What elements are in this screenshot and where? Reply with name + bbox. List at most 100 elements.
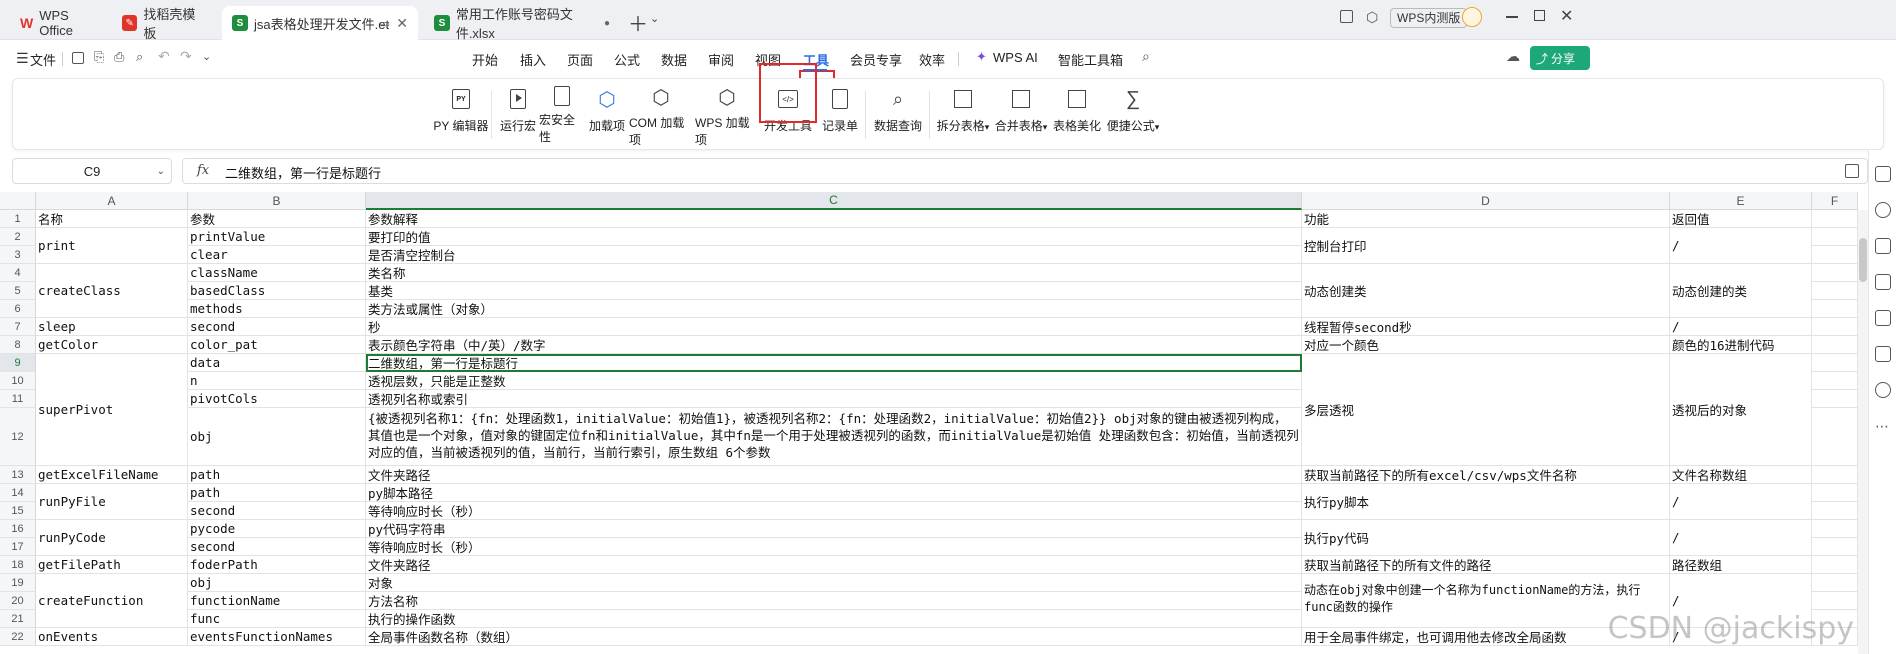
cell-d2[interactable]: 控制台打印 [1302, 228, 1670, 264]
vertical-scrollbar[interactable] [1858, 210, 1868, 654]
cell-f5[interactable] [1812, 282, 1858, 300]
chevron-down-icon[interactable]: ⌄ [202, 50, 211, 63]
row-header-10[interactable]: 10 [0, 372, 36, 390]
py-editor-button[interactable]: PY PY 编辑器 [433, 85, 489, 145]
column-header-d[interactable]: D [1302, 192, 1670, 210]
cell-f12[interactable] [1812, 408, 1858, 466]
cell-c12[interactable]: {被透视列名称1：{fn：处理函数1，initialValue：初始值1}，被透… [366, 408, 1302, 466]
wps-addin-button[interactable]: ⬡ WPS 加载项 [695, 85, 759, 147]
cell-d1[interactable]: 功能 [1302, 210, 1670, 228]
cell-c14[interactable]: py脚本路径 [366, 484, 1302, 502]
fx-icon[interactable]: fx [197, 163, 209, 178]
cell-f4[interactable] [1812, 264, 1858, 282]
cell-a9[interactable]: superPivot [36, 354, 188, 466]
row-header-9[interactable]: 9 [0, 354, 36, 372]
cell-c6[interactable]: 类方法或属性（对象） [366, 300, 1302, 318]
menu-efficiency[interactable]: 效率 [919, 50, 945, 69]
cell-b8[interactable]: color_pat [188, 336, 366, 354]
cell-c3[interactable]: 是否清空控制台 [366, 246, 1302, 264]
name-box[interactable]: C9 ⌄ [12, 158, 172, 184]
maximize-icon[interactable] [1534, 10, 1545, 21]
cell-c5[interactable]: 基类 [366, 282, 1302, 300]
cell-b21[interactable]: func [188, 610, 366, 628]
cube-icon[interactable]: ⬡ [1366, 9, 1378, 26]
cell-e18[interactable]: 路径数组 [1670, 556, 1812, 574]
undo-icon[interactable]: ↶ [158, 48, 170, 65]
row-header-8[interactable]: 8 [0, 336, 36, 354]
row-header-19[interactable]: 19 [0, 574, 36, 592]
cell-e8[interactable]: 颜色的16进制代码 [1670, 336, 1812, 354]
settings-icon[interactable] [1875, 202, 1891, 218]
cell-b11[interactable]: pivotCols [188, 390, 366, 408]
cell-b6[interactable]: methods [188, 300, 366, 318]
tab-restore-icon[interactable]: ▭ [380, 17, 390, 30]
row-header-12[interactable]: 12 [0, 408, 36, 466]
column-header-c[interactable]: C [366, 192, 1302, 210]
cloud-upload-icon[interactable]: ☁ [1506, 48, 1520, 65]
select-all-corner[interactable] [0, 192, 36, 210]
close-icon[interactable]: ✕ [396, 15, 408, 32]
chart-icon[interactable] [1875, 310, 1891, 326]
print-icon[interactable]: ⎙ [114, 49, 124, 65]
cell-f17[interactable] [1812, 538, 1858, 556]
scrollbar-thumb[interactable] [1859, 238, 1867, 282]
cell-c19[interactable]: 对象 [366, 574, 1302, 592]
cell-d16[interactable]: 执行py代码 [1302, 520, 1670, 556]
cell-a16[interactable]: runPyCode [36, 520, 188, 556]
chevron-down-icon[interactable]: ⌄ [650, 12, 659, 25]
row-header-11[interactable]: 11 [0, 390, 36, 408]
cell-d8[interactable]: 对应一个颜色 [1302, 336, 1670, 354]
column-header-f[interactable]: F [1812, 192, 1858, 210]
cell-c18[interactable]: 文件夹路径 [366, 556, 1302, 574]
cell-b3[interactable]: clear [188, 246, 366, 264]
cell-c2[interactable]: 要打印的值 [366, 228, 1302, 246]
row-header-17[interactable]: 17 [0, 538, 36, 556]
version-badge[interactable]: WPS内测版 [1390, 8, 1468, 28]
window-layout-icon[interactable] [1340, 10, 1353, 23]
cell-f1[interactable] [1812, 210, 1858, 228]
cell-c20[interactable]: 方法名称 [366, 592, 1302, 610]
help-icon[interactable] [1875, 382, 1891, 398]
cell-b22[interactable]: eventsFunctionNames [188, 628, 366, 646]
cell-d7[interactable]: 线程暂停second秒 [1302, 318, 1670, 336]
menu-formula[interactable]: 公式 [614, 50, 640, 69]
cell-b15[interactable]: second [188, 502, 366, 520]
more-icon[interactable]: ⋯ [1875, 418, 1891, 434]
cell-e1[interactable]: 返回值 [1670, 210, 1812, 228]
cell-f3[interactable] [1812, 246, 1858, 264]
record-form-button[interactable]: 记录单 [819, 85, 861, 145]
cell-e9[interactable]: 透视后的对象 [1670, 354, 1812, 466]
tools-icon[interactable] [1875, 274, 1891, 290]
split-table-button[interactable]: 拆分表格▾ [935, 85, 991, 145]
cell-f15[interactable] [1812, 502, 1858, 520]
cell-c1[interactable]: 参数解释 [366, 210, 1302, 228]
menu-data[interactable]: 数据 [661, 50, 687, 69]
row-header-15[interactable]: 15 [0, 502, 36, 520]
new-tab-icon[interactable]: ＋ [628, 8, 648, 37]
redo-icon[interactable]: ↷ [180, 48, 192, 65]
cell-b10[interactable]: n [188, 372, 366, 390]
row-header-3[interactable]: 3 [0, 246, 36, 264]
avatar[interactable] [1462, 7, 1482, 27]
column-header-b[interactable]: B [188, 192, 366, 210]
cell-f10[interactable] [1812, 372, 1858, 390]
row-header-14[interactable]: 14 [0, 484, 36, 502]
cell-b7[interactable]: second [188, 318, 366, 336]
minimize-icon[interactable] [1506, 16, 1518, 18]
menu-file[interactable]: 文件 [30, 50, 56, 69]
cell-f13[interactable] [1812, 466, 1858, 484]
cell-c10[interactable]: 透视层数，只能是正整数 [366, 372, 1302, 390]
menu-smart-toolbox[interactable]: 智能工具箱 [1058, 50, 1123, 69]
tab-wps-office[interactable]: W WPS Office [10, 6, 106, 40]
cell-e7[interactable]: / [1670, 318, 1812, 336]
cell-d9[interactable]: 多层透视 [1302, 354, 1670, 466]
cell-c11[interactable]: 透视列名称或索引 [366, 390, 1302, 408]
save-icon[interactable] [72, 52, 84, 64]
quick-formula-button[interactable]: ∑ 便捷公式▾ [1105, 85, 1161, 145]
cell-c22[interactable]: 全局事件函数名称（数组） [366, 628, 1302, 646]
cell-b9[interactable]: data [188, 354, 366, 372]
column-header-a[interactable]: A [36, 192, 188, 210]
cell-c9[interactable]: 二维数组，第一行是标题行 [366, 354, 1302, 372]
row-header-13[interactable]: 13 [0, 466, 36, 484]
cell-b1[interactable]: 参数 [188, 210, 366, 228]
